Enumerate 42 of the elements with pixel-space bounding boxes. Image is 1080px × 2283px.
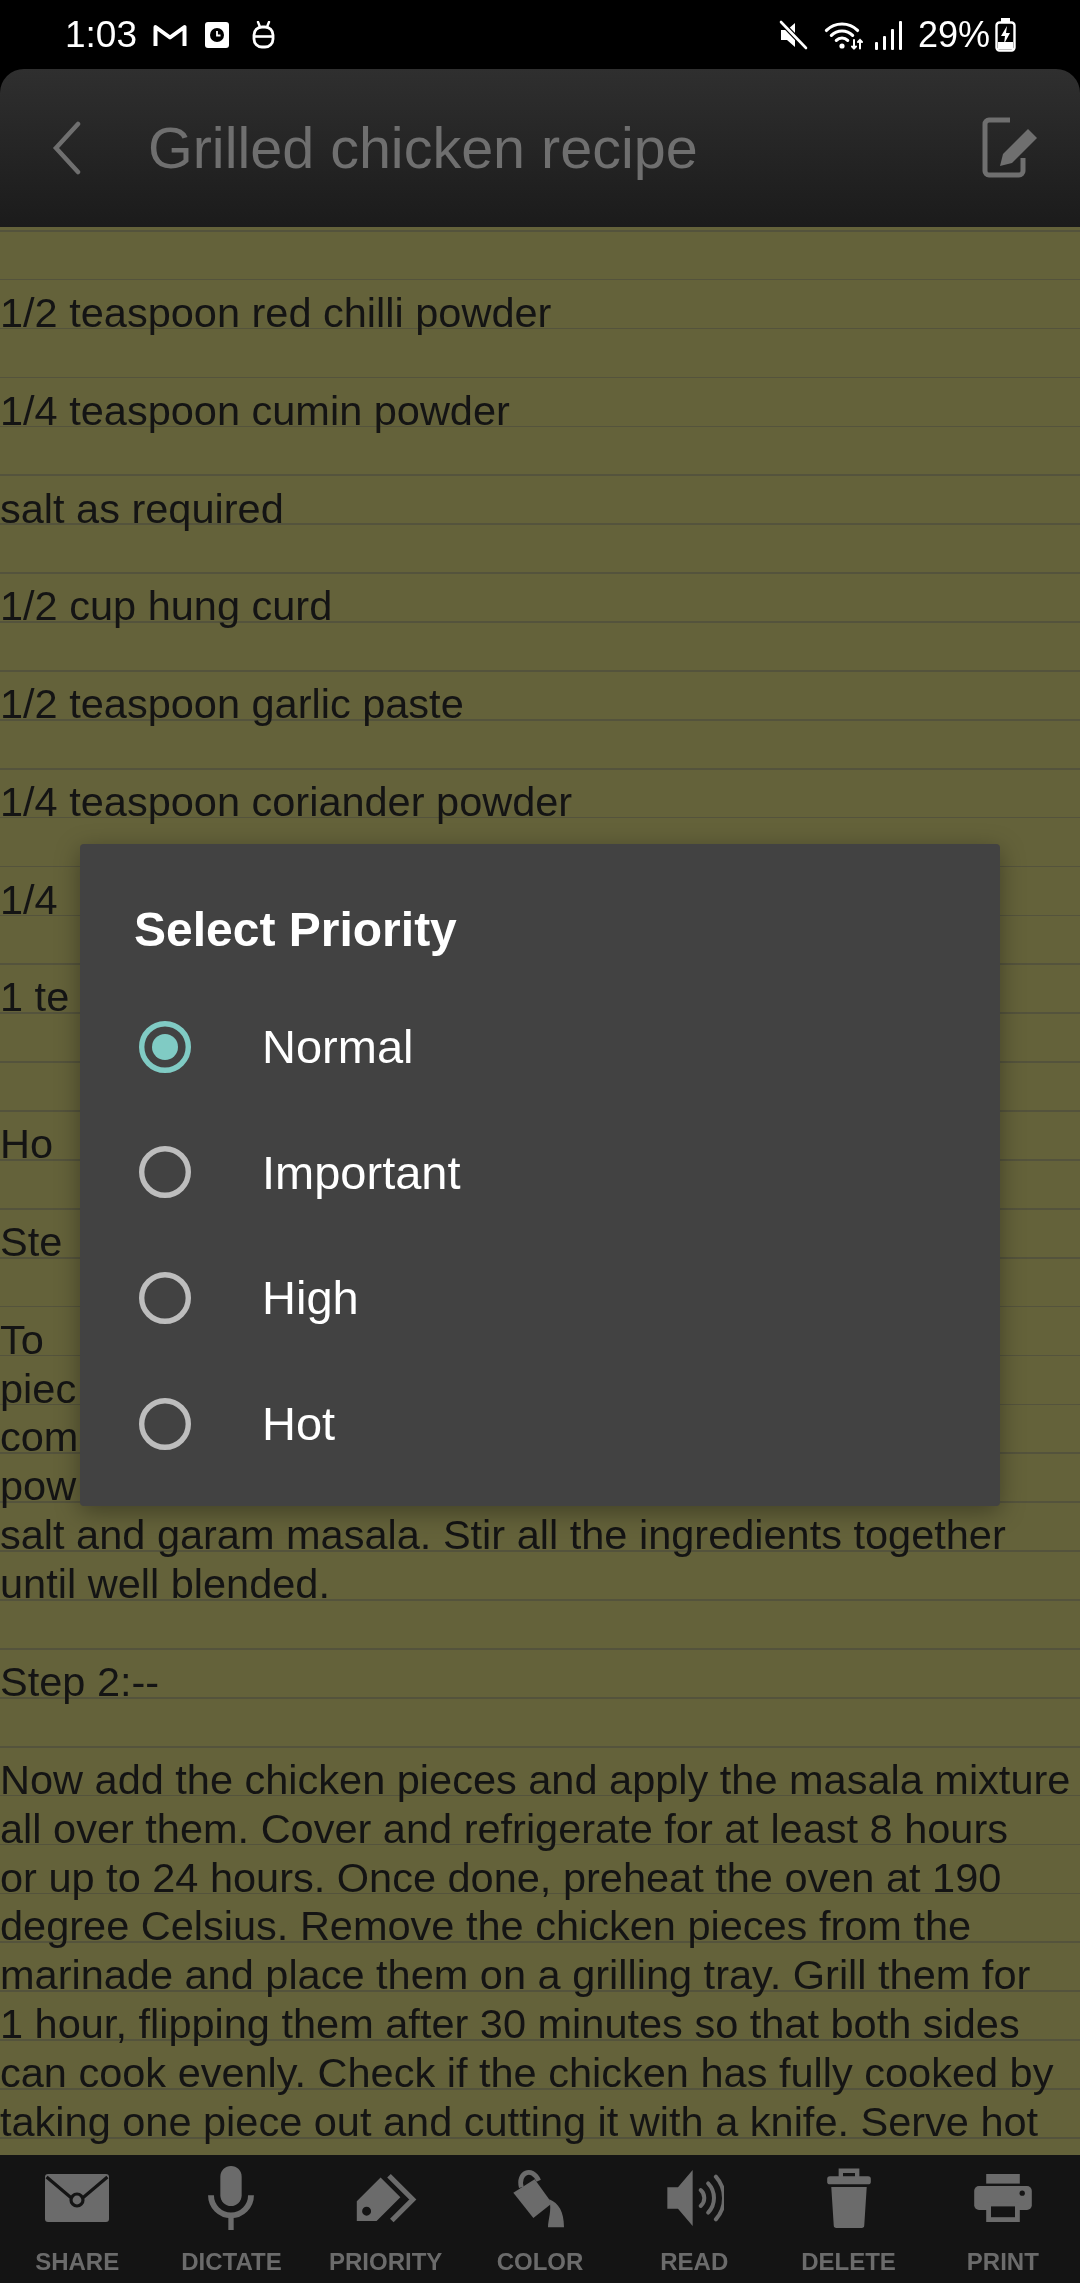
tag-icon	[354, 2172, 418, 2224]
note-line: To	[0, 1315, 44, 1365]
dialog-title: Select Priority	[133, 902, 457, 958]
wifi-icon	[822, 19, 864, 50]
note-line: Ste	[0, 1217, 63, 1267]
note-title: Grilled chicken recipe	[148, 115, 698, 182]
note-line: 1 te	[0, 973, 70, 1023]
battery-percent: 29%	[917, 12, 990, 57]
radio-button[interactable]	[139, 1397, 191, 1450]
note-line: 1/2 teaspoon garlic paste	[0, 680, 464, 729]
note-line: 1/2 teaspoon red chilli powder	[0, 288, 552, 338]
chevron-left-icon	[52, 121, 82, 175]
edit-note-icon	[980, 116, 1040, 180]
radio-button[interactable]	[139, 1272, 191, 1324]
status-time: 1:03	[65, 12, 137, 57]
note-line: pow	[0, 1462, 77, 1512]
priority-option[interactable]: Normal	[80, 984, 1000, 1110]
envelope-icon	[45, 2174, 110, 2222]
radio-button[interactable]	[139, 1020, 191, 1073]
note-line: com	[0, 1413, 79, 1463]
clock-icon	[205, 21, 229, 48]
note-line: 1/4 teaspoon cumin powder	[0, 386, 510, 436]
signal-icon	[872, 19, 902, 50]
note-line: Step 2:--	[0, 1657, 160, 1707]
printer-icon	[973, 2174, 1032, 2222]
note-line: 1/4	[0, 875, 58, 925]
note-line: Ho	[0, 1120, 54, 1169]
priority-option[interactable]: Hot	[80, 1360, 1000, 1487]
note-line: 1/2 cup hung curd	[0, 582, 333, 632]
note-line: salt as required	[0, 484, 284, 534]
note-paragraph: Now add the chicken pieces and apply the masala mixture all over them. Cover and refrigerate for at least 8 hours or up to 24 hours. Once done, preheat the oven at 190 degree Celsius. Remove the chicken pieces from the marinade and place them on a grilling tray. Grill them for 1 hour, flipping them after 30 minutes so that both sides can cook evenly. Check if the chicken has fully cooked by taking one piece out and cutting it with a knife. Serve hot	[0, 1755, 1071, 2147]
note-line: 1/4 teaspoon coriander powder	[0, 777, 573, 827]
robot-icon	[251, 20, 276, 49]
trash-icon	[826, 2168, 871, 2228]
note-line: piec	[0, 1364, 77, 1414]
radio-button[interactable]	[139, 1146, 191, 1199]
priority-option[interactable]: Important	[80, 1109, 1000, 1236]
note-paragraph: salt and garam masala. Stir all the ingredients together until well blended.	[0, 1511, 1006, 1610]
microphone-icon	[207, 2166, 256, 2230]
battery-icon	[995, 17, 1016, 52]
mute-icon	[777, 19, 809, 50]
priority-option[interactable]: High	[80, 1235, 1000, 1361]
